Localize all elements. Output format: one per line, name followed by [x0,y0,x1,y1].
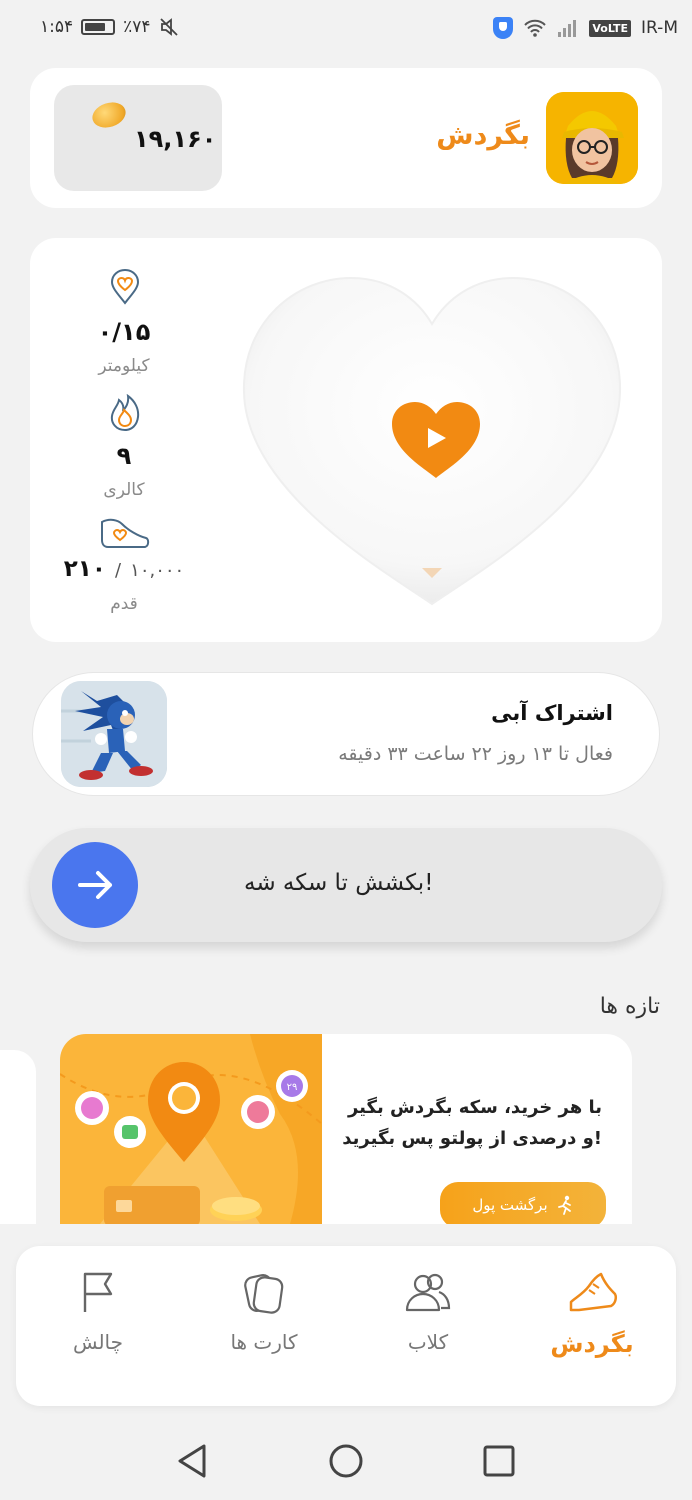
nav-item-bgardesh[interactable]: بگردش [522,1270,662,1358]
shoe-icon [569,1272,618,1312]
promo-illustration: ۲۹ [60,1034,322,1224]
subscription-character-image [61,681,167,787]
steps-goal: ۱۰,۰۰۰ [130,560,185,581]
swipe-to-coin-slider[interactable]: بکشش تا سکه شه! [30,828,662,942]
steps-value: ۲۱۰ [63,556,106,582]
avatar[interactable] [546,92,638,184]
coin-value: ۱۹,۱۶۰ [134,125,217,153]
system-navigation-bar [0,1420,692,1500]
cashback-button[interactable]: برگشت پول [440,1182,606,1224]
carrier-name: IR-M [641,18,678,38]
nav-label: چالش [72,1330,124,1354]
coin-balance[interactable]: ۱۹,۱۶۰ [54,85,222,191]
users-icon [405,1273,451,1312]
steps-row: ۲۱۰ / ۱۰,۰۰۰ [44,556,204,582]
news-section-title: تازه ها [599,994,660,1019]
status-left: ۱:۵۴ ٪۷۴ [40,17,179,37]
flame-icon [110,394,140,432]
nav-label: کلاب [407,1330,449,1354]
avatar-image [546,92,638,184]
clock: ۱:۵۴ [40,17,74,37]
coin-icon [89,98,129,132]
subscription-title: اشتراک آبی [491,701,613,725]
activity-card: ۰/۱۵ کیلومتر ۹ کالری ۲۱۰ / ۱۰,۰۰۰ قدم [30,238,662,642]
distance-label: کیلومتر [98,356,150,376]
battery-icon [81,19,116,35]
shoe-steps-icon [101,518,150,548]
recents-icon[interactable] [482,1444,516,1478]
status-bar: ۱:۵۴ ٪۷۴ VoLTE IR-M [0,0,692,58]
nav-item-challenge[interactable]: چالش [28,1270,168,1354]
arrow-right-icon [78,871,112,899]
subscription-card[interactable]: اشتراک آبی فعال تا ۱۳ روز ۲۲ ساعت ۳۳ دقی… [32,672,660,796]
play-button[interactable] [390,400,482,480]
calories-value: ۹ [116,442,132,470]
subscription-expiry: فعال تا ۱۳ روز ۲۲ ساعت ۳۳ دقیقه [338,743,613,765]
promo-text: با هر خرید، سکه بگردش بگیر و درصدی از پو… [342,1097,602,1149]
vpn-shield-icon [493,17,514,39]
signal-icon [558,20,577,37]
bottom-navigation: بگردش کلاب کارت ها چالش [16,1246,676,1406]
flag-icon [83,1272,113,1312]
status-right: VoLTE IR-M [493,17,678,39]
home-icon[interactable] [328,1443,364,1479]
nav-label: بگردش [550,1330,634,1358]
steps-separator: / [114,560,122,581]
header-card: ۱۹,۱۶۰ بگردش [30,68,662,208]
mute-icon [159,18,178,36]
calories-label: کالری [103,480,145,500]
app-brand-title: بگردش [436,120,530,151]
running-person-icon [557,1195,571,1215]
promo-card[interactable]: ۲۹ با هر خرید، سکه بگردش بگیر و درصدی از… [60,1034,632,1224]
cards-icon [244,1274,284,1314]
wifi-icon [524,19,547,37]
cashback-button-label: برگشت پول [472,1196,548,1214]
back-icon[interactable] [174,1442,210,1480]
swipe-label: بکشش تا سکه شه! [244,870,434,896]
badge-number: ۲۹ [287,1082,298,1093]
volte-badge: VoLTE [589,19,632,37]
distance-value: ۰/۱۵ [97,318,151,346]
location-heart-icon [110,268,140,305]
nav-label: کارت ها [230,1330,298,1354]
nav-item-club[interactable]: کلاب [358,1270,498,1354]
previous-promo-card-peek[interactable] [0,1050,36,1224]
nav-item-cards[interactable]: کارت ها [194,1270,334,1354]
swipe-handle[interactable] [52,842,138,928]
steps-label: قدم [110,594,138,614]
battery-percent: ٪۷۴ [123,17,151,37]
